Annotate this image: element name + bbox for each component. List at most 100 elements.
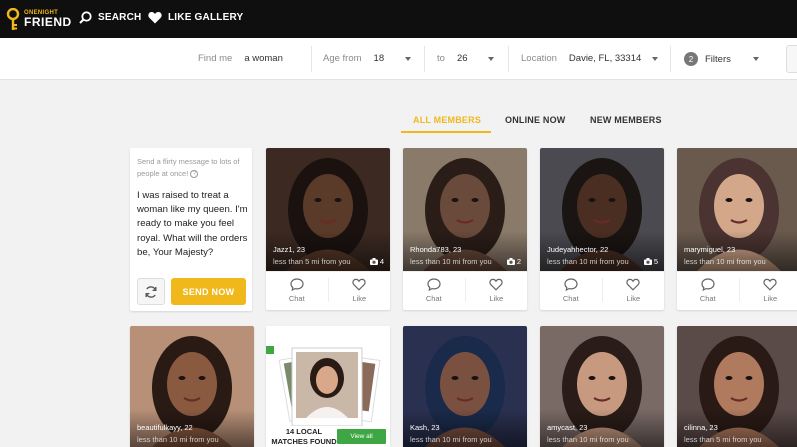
profile-name[interactable]: Rhonda783, 23 xyxy=(410,245,461,254)
photo-count-value: 2 xyxy=(516,257,521,266)
nav-search-label: SEARCH xyxy=(98,12,142,23)
age-from-label: Age from xyxy=(323,53,362,64)
profile-name[interactable]: Judeyahhector, 22 xyxy=(547,245,608,254)
profile-distance: less than 10 mi from you xyxy=(684,257,766,266)
search-button[interactable] xyxy=(786,45,797,73)
profile-card[interactable]: amycast, 23 less than 10 mi from you xyxy=(540,326,664,447)
chat-label: Chat xyxy=(425,293,442,303)
location-label: Location xyxy=(521,53,557,64)
profile-photo[interactable]: beautifulkayy, 22 less than 10 mi from yo… xyxy=(130,326,254,447)
find-me-label: Find me xyxy=(198,53,233,64)
chat-button[interactable]: Chat xyxy=(540,272,602,308)
photo-count: 5 xyxy=(643,257,658,266)
profile-photo[interactable]: Jazz1, 23 less than 5 mi from you 4 xyxy=(266,148,390,271)
profile-card[interactable]: Judeyahhector, 22 less than 10 mi from yo… xyxy=(540,148,664,310)
chat-button[interactable]: Chat xyxy=(403,272,465,308)
search-filter-bar: Find me a woman Age from 18 to 26 Locati… xyxy=(0,38,797,80)
profile-card[interactable]: Kash, 23 less than 10 mi from you xyxy=(403,326,527,447)
profile-card[interactable]: Jazz1, 23 less than 5 mi from you 4 Chat Lik… xyxy=(266,148,390,310)
age-from-select[interactable]: Age from 18 xyxy=(323,53,384,64)
profile-actions: Chat Like xyxy=(403,271,527,308)
tab-new-members[interactable]: NEW MEMBERS xyxy=(590,115,662,125)
profile-photo[interactable]: amycast, 23 less than 10 mi from you xyxy=(540,326,664,447)
chat-icon xyxy=(701,277,715,291)
divider xyxy=(311,46,312,72)
profile-actions: Chat Like xyxy=(677,271,797,308)
nav-like-gallery[interactable]: LIKE GALLERY xyxy=(148,11,243,24)
nav-like-gallery-label: LIKE GALLERY xyxy=(168,12,244,23)
location-select[interactable]: Location Davie, FL, 33314 xyxy=(521,53,641,64)
like-label: Like xyxy=(489,293,504,303)
profile-name[interactable]: amycast, 23 xyxy=(547,423,587,432)
profile-photo[interactable]: Rhonda783, 23 less than 10 mi from you 2 xyxy=(403,148,527,271)
chat-label: Chat xyxy=(288,293,305,303)
flirty-message-card: Send a flirty message to lots of people … xyxy=(130,148,252,311)
find-me-select[interactable]: Find me a woman xyxy=(198,53,283,64)
profile-name[interactable]: Kash, 23 xyxy=(410,423,440,432)
profile-name[interactable]: marymiguel, 23 xyxy=(684,245,735,254)
message-hint-text: Send a flirty message to lots of people … xyxy=(137,157,240,178)
camera-icon xyxy=(643,258,652,265)
message-hint: Send a flirty message to lots of people … xyxy=(137,156,247,180)
profile-photo[interactable]: cilinna, 23 less than 5 mi from you xyxy=(677,326,797,447)
like-button[interactable]: Like xyxy=(740,272,797,308)
chevron-down-icon xyxy=(753,57,759,61)
tab-online-now[interactable]: ONLINE NOW xyxy=(505,115,566,125)
chevron-down-icon xyxy=(488,57,494,61)
filters-count-badge: 2 xyxy=(684,52,698,66)
profile-distance: less than 10 mi from you xyxy=(547,435,629,444)
local-matches-text: 14 LOCAL MATCHES FOUND xyxy=(271,427,337,446)
profile-photo[interactable]: marymiguel, 23 less than 10 mi from you xyxy=(677,148,797,271)
view-all-button[interactable]: View all xyxy=(337,429,386,444)
nav-search[interactable]: SEARCH xyxy=(79,11,141,24)
photo-count: 2 xyxy=(506,257,521,266)
heart-outline-icon xyxy=(626,278,640,291)
age-to-value: 26 xyxy=(456,53,468,64)
profile-card[interactable]: cilinna, 23 less than 5 mi from you xyxy=(677,326,797,447)
profile-distance: less than 10 mi from you xyxy=(410,257,492,266)
profile-card[interactable]: marymiguel, 23 less than 10 mi from you Ch… xyxy=(677,148,797,310)
like-button[interactable]: Like xyxy=(466,272,528,308)
logo-bottom-text: FRIEND xyxy=(24,15,72,29)
heart-outline-icon xyxy=(352,278,366,291)
find-me-value: a woman xyxy=(244,53,283,64)
heart-outline-icon xyxy=(763,278,777,291)
help-icon[interactable]: ? xyxy=(190,170,199,179)
filters-button[interactable]: 2 Filters xyxy=(684,52,731,66)
site-logo[interactable]: ONENIGHT FRIEND xyxy=(6,4,71,34)
photo-count: 4 xyxy=(369,257,384,266)
send-now-button[interactable]: SEND NOW xyxy=(171,278,246,305)
filters-label: Filters xyxy=(705,53,731,65)
divider xyxy=(508,46,509,72)
like-button[interactable]: Like xyxy=(603,272,665,308)
profile-card[interactable]: beautifulkayy, 22 less than 10 mi from yo… xyxy=(130,326,254,447)
profile-distance: less than 10 mi from you xyxy=(137,435,219,444)
heart-outline-icon xyxy=(489,278,503,291)
chat-button[interactable]: Chat xyxy=(266,272,328,308)
profile-card[interactable]: Rhonda783, 23 less than 10 mi from you 2 Ch… xyxy=(403,148,527,310)
photo-count-value: 5 xyxy=(653,257,658,266)
tab-all-members[interactable]: ALL MEMBERS xyxy=(413,115,481,125)
profile-photo[interactable]: Judeyahhector, 22 less than 10 mi from yo… xyxy=(540,148,664,271)
profile-distance: less than 10 mi from you xyxy=(410,435,492,444)
age-to-label: to xyxy=(437,53,445,64)
refresh-icon xyxy=(145,285,157,298)
camera-icon xyxy=(369,258,378,265)
chevron-down-icon xyxy=(652,57,658,61)
refresh-message-button[interactable] xyxy=(137,278,165,305)
top-navbar: ONENIGHT FRIEND SEARCH LIKE GALLERY xyxy=(0,0,797,38)
profile-name[interactable]: Jazz1, 23 xyxy=(273,245,305,254)
profile-name[interactable]: cilinna, 23 xyxy=(684,423,718,432)
chevron-down-icon xyxy=(405,57,411,61)
chat-icon xyxy=(427,277,441,291)
like-label: Like xyxy=(352,293,367,303)
local-matches-promo[interactable]: 14 LOCAL MATCHES FOUND View all xyxy=(266,326,390,447)
chat-label: Chat xyxy=(699,293,716,303)
chat-button[interactable]: Chat xyxy=(677,272,739,308)
profile-distance: less than 5 mi from you xyxy=(684,435,762,444)
age-to-select[interactable]: to 26 xyxy=(437,53,468,64)
profile-photo[interactable]: Kash, 23 less than 10 mi from you xyxy=(403,326,527,447)
profile-name[interactable]: beautifulkayy, 22 xyxy=(137,423,193,432)
like-button[interactable]: Like xyxy=(329,272,391,308)
heart-icon xyxy=(148,11,162,24)
